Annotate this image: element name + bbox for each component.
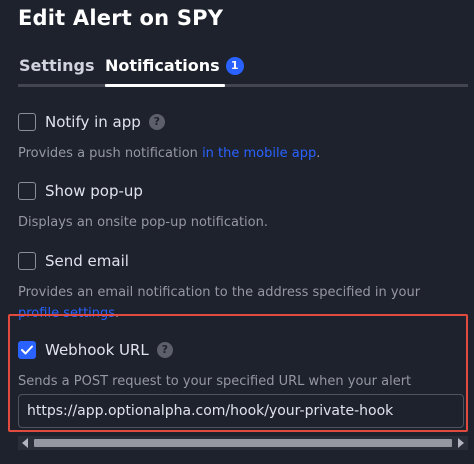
tab-track — [18, 84, 468, 87]
help-icon[interactable]: ? — [156, 342, 173, 358]
show-popup-checkbox[interactable] — [18, 182, 36, 200]
scrollbar-thumb[interactable] — [34, 439, 452, 447]
tab-notifications[interactable]: Notifications 1 — [105, 56, 244, 75]
notify-in-app-label: Notify in app — [45, 113, 141, 131]
scroll-right-icon[interactable] — [458, 438, 464, 448]
show-popup-description: Displays an onsite pop-up notification. — [18, 215, 268, 230]
option-notify-in-app: Notify in app ? Provides a push notifica… — [18, 110, 468, 164]
send-email-desc-text: Provides an email notification to the ad… — [18, 285, 421, 300]
notify-in-app-desc-end: . — [316, 146, 321, 161]
scroll-left-icon[interactable] — [22, 438, 28, 448]
option-send-email: Send email Provides an email notificatio… — [18, 249, 468, 324]
dialog-title: Edit Alert on SPY — [18, 6, 224, 30]
send-email-label: Send email — [45, 252, 129, 270]
notify-in-app-description: Provides a push notification in the mobi… — [18, 143, 448, 164]
webhook-url-label: Webhook URL — [45, 341, 149, 359]
webhook-url-checkbox[interactable] — [18, 341, 36, 359]
active-tab-indicator — [105, 84, 225, 87]
option-show-popup: Show pop-up Displays an onsite pop-up no… — [18, 179, 468, 233]
tab-settings[interactable]: Settings — [19, 56, 95, 75]
tab-notifications-label: Notifications — [105, 56, 220, 75]
show-popup-label: Show pop-up — [45, 182, 143, 200]
mobile-app-link[interactable]: in the mobile app — [202, 146, 316, 161]
help-icon[interactable]: ? — [148, 114, 165, 130]
notify-in-app-desc-text: Provides a push notification — [18, 146, 203, 161]
webhook-url-input[interactable]: https://app.optionalpha.com/hook/your-pr… — [18, 394, 464, 428]
checkmark-icon — [21, 345, 33, 355]
notification-count-badge: 1 — [225, 57, 244, 75]
send-email-checkbox[interactable] — [18, 252, 36, 270]
tab-bar: Settings Notifications 1 — [0, 56, 474, 90]
horizontal-scrollbar[interactable] — [18, 436, 468, 450]
notify-in-app-checkbox[interactable] — [18, 113, 36, 131]
